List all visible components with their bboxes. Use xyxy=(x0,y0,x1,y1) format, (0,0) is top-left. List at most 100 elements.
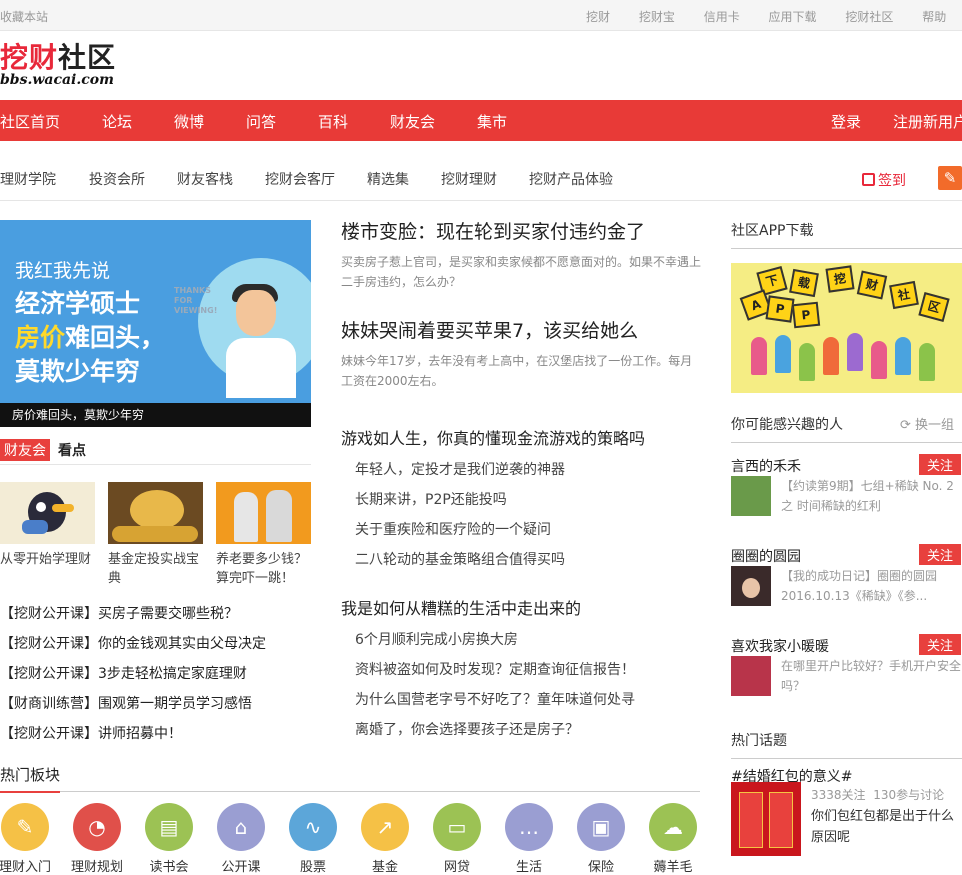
list-item[interactable]: 【挖财公开课】你的金钱观其实由父母决定 xyxy=(0,633,266,663)
edit-post-button[interactable]: ✎ xyxy=(938,166,962,190)
kandian-item[interactable]: 从零开始学理财 xyxy=(0,482,95,567)
banner-line3: 莫欺少年穷 xyxy=(15,357,141,386)
follow-button[interactable]: 关注 xyxy=(919,634,962,655)
signin-label: 签到 xyxy=(878,173,906,189)
featured-banner[interactable]: THANKS FOR VIEWING! 我红我先说 经济学硕士 房价难回头， 莫… xyxy=(0,220,311,427)
hot-section-item[interactable]: ⌂ 公开课 xyxy=(206,803,276,875)
avatar[interactable] xyxy=(731,566,771,606)
hot-section-item[interactable]: ∿ 股票 xyxy=(278,803,348,875)
top-links: 挖财 挖财宝 信用卡 应用下载 挖财社区 帮助 xyxy=(586,8,962,25)
nav-home[interactable]: 社区首页 xyxy=(0,111,60,132)
top-link-wacaibao[interactable]: 挖财宝 xyxy=(639,8,675,25)
nav-wiki[interactable]: 百科 xyxy=(318,111,348,132)
list-item[interactable]: 二八轮动的基金策略组合值得买吗 xyxy=(341,545,703,575)
hot-section-item[interactable]: ↗ 基金 xyxy=(350,803,420,875)
follow-button[interactable]: 关注 xyxy=(919,544,962,565)
app-download-section: 社区APP下载 下 载 挖 财 社 区 A P P xyxy=(731,220,962,393)
hot-section-item[interactable]: ▣ 保险 xyxy=(566,803,636,875)
list-item[interactable]: 离婚了，你会选择要孩子还是房子？ xyxy=(341,715,703,745)
safe-icon: ▣ xyxy=(577,803,625,851)
kandian-item[interactable]: 基金定投实战宝典 xyxy=(108,482,203,586)
list-item[interactable]: 【挖财公开课】买房子需要交哪些税？ xyxy=(0,603,266,633)
list-item[interactable]: 【挖财公开课】讲师招募中！ xyxy=(0,723,266,753)
refresh-button[interactable]: ⟳ 换一组 xyxy=(900,414,954,433)
list-item[interactable]: 长期来讲，P2P还能投吗 xyxy=(341,485,703,515)
list-item[interactable]: 【财商训练营】围观第一期学员学习感悟 xyxy=(0,693,266,723)
article-column: 楼市变脸：现在轮到买家付违约金了 买卖房子惹上官司，是买家和卖家候都不愿意面对的… xyxy=(341,217,703,745)
app-download-image[interactable]: 下 载 挖 财 社 区 A P P xyxy=(731,263,962,393)
hot-section-item[interactable]: ▤ 读书会 xyxy=(134,803,204,875)
hot-section-item[interactable]: ✎ 理财入门 xyxy=(0,803,60,875)
person-post[interactable]: 在哪里开户比较好？手机开户安全吗？ xyxy=(781,656,961,696)
list-item[interactable]: 资料被盗如何及时发现？定期查询征信报告！ xyxy=(341,655,703,685)
hot-section-label: 公开课 xyxy=(221,860,261,875)
hot-section-label: 股票 xyxy=(299,860,326,875)
list-item[interactable]: 关于重疾险和医疗险的一个疑问 xyxy=(341,515,703,545)
subnav-lounge[interactable]: 挖财会客厅 xyxy=(265,169,335,189)
growth-chart-icon: ↗ xyxy=(361,803,409,851)
top-link-wacai[interactable]: 挖财 xyxy=(586,8,610,25)
list-item[interactable]: 为什么国营老字号不好吃了？童年味道何处寻 xyxy=(341,685,703,715)
kid-figure xyxy=(871,341,887,379)
nav-weibo[interactable]: 微博 xyxy=(174,111,204,132)
subnav-product-trial[interactable]: 挖财产品体验 xyxy=(529,169,613,189)
article-title[interactable]: 楼市变脸：现在轮到买家付违约金了 xyxy=(341,217,703,244)
nav-forum[interactable]: 论坛 xyxy=(102,111,132,132)
logo-text-dark: 社区 xyxy=(58,41,117,74)
subnav-investment-club[interactable]: 投资会所 xyxy=(89,169,145,189)
list-item[interactable]: 年轻人，定投才是我们逆袭的神器 xyxy=(341,455,703,485)
topic-card: #结婚红包的意义# 3338关注 130参与讨论 你们包红包都是出于什么原因呢 xyxy=(731,766,962,856)
main-nav: 社区首页 论坛 微博 问答 百科 财友会 集市 登录 注册新用户 xyxy=(0,100,962,141)
subnav-academy[interactable]: 理财学院 xyxy=(0,169,56,189)
nav-market[interactable]: 集市 xyxy=(477,111,507,132)
kandian-item[interactable]: 养老要多少钱？算完吓一跳！ xyxy=(216,482,311,586)
hot-section-label: 生活 xyxy=(515,860,542,875)
avatar[interactable] xyxy=(731,656,771,696)
top-link-community[interactable]: 挖财社区 xyxy=(845,8,893,25)
hot-section-item[interactable]: ◔ 理财规划 xyxy=(62,803,132,875)
top-link-app-download[interactable]: 应用下载 xyxy=(769,8,817,25)
article-title[interactable]: 妹妹哭闹着要买苹果7，该买给她么 xyxy=(341,316,703,343)
list-item[interactable]: 6个月顺利完成小房换大房 xyxy=(341,625,703,655)
subnav-inn[interactable]: 财友客栈 xyxy=(177,169,233,189)
person-post[interactable]: 【约读第9期】七组+稀缺 No. 2 之 时间稀缺的红利 xyxy=(781,476,961,516)
kandian-tag[interactable]: 财友会 xyxy=(0,439,50,461)
nav-friends[interactable]: 财友会 xyxy=(390,111,435,132)
hot-section-item[interactable]: ☁ 薅羊毛 xyxy=(638,803,708,875)
topic-question[interactable]: 你们包红包都是出于什么原因呢 xyxy=(811,806,961,848)
group-title[interactable]: 游戏如人生，你真的懂现金流游戏的策略吗 xyxy=(341,425,703,449)
kid-figure xyxy=(799,343,815,381)
subnav-wacai-finance[interactable]: 挖财理财 xyxy=(441,169,497,189)
subnav-featured[interactable]: 精选集 xyxy=(367,169,409,189)
nav-qa[interactable]: 问答 xyxy=(246,111,276,132)
article-desc: 妹妹今年17岁，去年没有考上高中，在汉堡店找了一份工作。每月工资在2000左右。 xyxy=(341,354,693,388)
hot-section-item[interactable]: … 生活 xyxy=(494,803,564,875)
signin-button[interactable]: 签到 xyxy=(862,170,906,190)
red-envelope-image[interactable] xyxy=(731,782,801,856)
hot-section-label: 保险 xyxy=(587,860,614,875)
hot-section-label: 读书会 xyxy=(149,860,189,875)
kandian-title: 看点 xyxy=(58,443,86,459)
banner-line2a: 经济学硕士 xyxy=(15,289,141,318)
register-link[interactable]: 注册新用户 xyxy=(893,111,962,132)
login-link[interactable]: 登录 xyxy=(831,111,861,132)
left-link-list: 【挖财公开课】买房子需要交哪些税？ 【挖财公开课】你的金钱观其实由父母决定 【挖… xyxy=(0,603,266,753)
person-card: 喜欢我家小暖暖 关注 在哪里开户比较好？手机开户安全吗？ xyxy=(731,634,962,696)
hot-section-label: 理财规划 xyxy=(70,860,123,875)
person-post[interactable]: 【我的成功日记】圈圈的圆园 2016.10.13《稀缺》《参... xyxy=(781,566,961,606)
banner-person-head xyxy=(236,290,276,336)
refresh-label: 换一组 xyxy=(914,418,954,433)
hot-section-item[interactable]: ▭ 网贷 xyxy=(422,803,492,875)
sign-char: 区 xyxy=(918,292,950,322)
logo-text-red: 挖财 xyxy=(0,41,59,74)
follow-button[interactable]: 关注 xyxy=(919,454,962,475)
list-item[interactable]: 【挖财公开课】3步走轻松搞定家庭理财 xyxy=(0,663,266,693)
hot-section-label: 基金 xyxy=(371,860,398,875)
top-link-help[interactable]: 帮助 xyxy=(922,8,946,25)
site-logo[interactable]: 挖财社区 bbs.wacai.com xyxy=(0,41,117,88)
favorite-site-link[interactable]: 收藏本站 xyxy=(0,8,48,25)
avatar[interactable] xyxy=(731,476,771,516)
group-title[interactable]: 我是如何从糟糕的生活中走出来的 xyxy=(341,595,703,619)
hot-section-label: 理财入门 xyxy=(0,860,51,875)
top-link-credit-card[interactable]: 信用卡 xyxy=(704,8,740,25)
